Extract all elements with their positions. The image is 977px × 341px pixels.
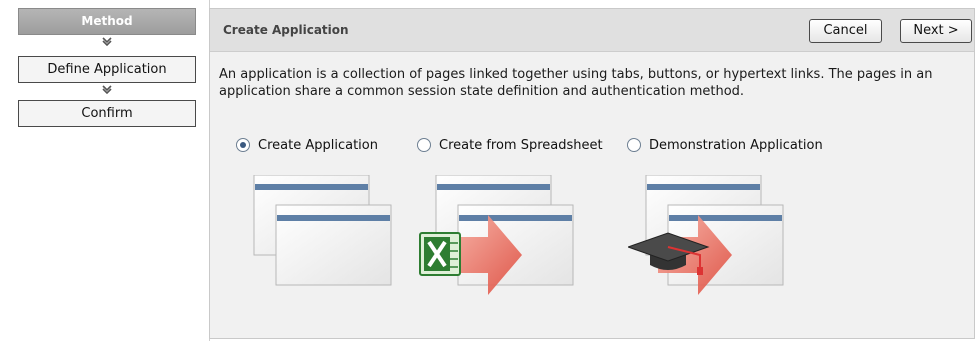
description-text: An application is a collection of pages …	[219, 67, 933, 99]
step-arrow-icon	[100, 36, 114, 48]
radio-demonstration-application[interactable]	[627, 138, 641, 152]
method-options: Create Application Create from Spreadshe…	[210, 135, 970, 155]
radio-create-from-spreadsheet[interactable]	[417, 138, 431, 152]
cancel-button[interactable]: Cancel	[809, 19, 882, 43]
wizard-steps: Method Define Application Confirm	[0, 0, 210, 341]
radio-create-application[interactable]	[236, 138, 250, 152]
step-method: Method	[18, 8, 196, 35]
panel-header: Create Application Cancel Next >	[210, 9, 974, 52]
next-button[interactable]: Next >	[900, 19, 972, 43]
option-label: Create Application	[258, 137, 378, 153]
step-define-application: Define Application	[18, 56, 196, 83]
step-arrow-icon	[100, 84, 114, 96]
option-label: Create from Spreadsheet	[439, 137, 603, 153]
option-create-from-spreadsheet[interactable]: Create from Spreadsheet	[417, 135, 603, 155]
option-demonstration-application[interactable]: Demonstration Application	[627, 135, 823, 155]
window-stack-icon	[252, 174, 412, 300]
step-confirm: Confirm	[18, 100, 196, 127]
panel-title: Create Application	[223, 23, 349, 37]
option-create-application[interactable]: Create Application	[236, 135, 378, 155]
graduation-cap-arrow-icon	[626, 174, 788, 300]
spreadsheet-arrow-icon	[418, 174, 578, 300]
option-label: Demonstration Application	[649, 137, 823, 153]
create-application-panel: Create Application Cancel Next > An appl…	[209, 8, 975, 339]
